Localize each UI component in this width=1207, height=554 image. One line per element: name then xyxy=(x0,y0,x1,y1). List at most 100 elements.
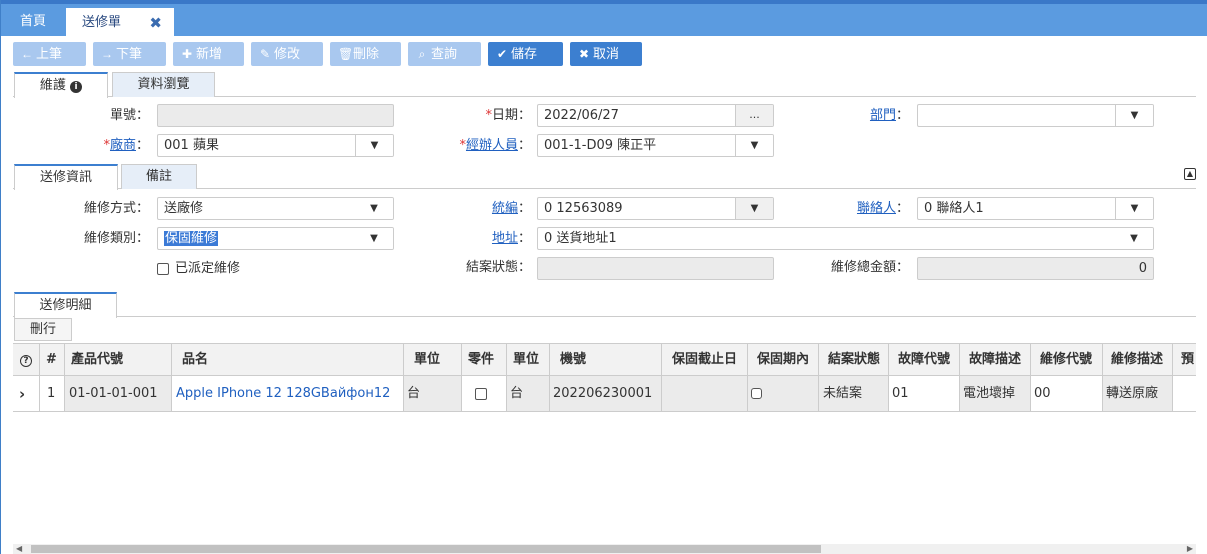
detail-tabs: 送修明細 xyxy=(13,292,1196,318)
row-repair-desc: 轉送原廠 xyxy=(1103,376,1173,412)
method-select[interactable]: 送廠修 ▼ xyxy=(157,197,394,220)
add-label: 新增 xyxy=(196,46,223,61)
status-field xyxy=(537,257,774,280)
save-button[interactable]: ✔ 儲存 xyxy=(488,42,563,66)
date-label: 日期 xyxy=(491,108,518,123)
dispatched-wrap: 已派定維修 xyxy=(157,262,240,276)
dispatched-checkbox[interactable] xyxy=(157,263,169,275)
col-header[interactable]: 機號 xyxy=(550,344,662,376)
address-link[interactable]: 地址 xyxy=(492,231,518,246)
next-button[interactable]: → 下筆 xyxy=(93,42,166,66)
delete-button[interactable]: 🗑 刪除 xyxy=(330,42,401,66)
detail-grid: ? # 產品代號 品名 單位 零件 單位 機號 保固截止日 保固期內 結案狀態 … xyxy=(13,343,1196,412)
contact-link[interactable]: 聯絡人 xyxy=(857,201,896,216)
tab-repair-order[interactable]: 送修單 ✖ xyxy=(66,8,174,40)
col-header[interactable]: 單位 xyxy=(404,344,462,376)
scroll-left-icon[interactable]: ◀ xyxy=(16,544,22,554)
date-value: 2022/06/27 xyxy=(544,108,619,123)
chevron-down-icon[interactable]: ▼ xyxy=(355,228,393,249)
row-warranty-end xyxy=(662,376,748,412)
x-icon: ✖ xyxy=(578,47,590,61)
chevron-down-icon[interactable]: ▼ xyxy=(355,198,393,219)
col-header[interactable]: 維修代號 xyxy=(1031,344,1103,376)
date-label-wrap: *日期： xyxy=(485,108,531,123)
help-icon[interactable]: ? xyxy=(13,344,40,376)
chevron-down-icon[interactable]: ▼ xyxy=(735,198,773,219)
handler-link[interactable]: 經辦人員 xyxy=(466,138,518,153)
tab-maintain[interactable]: 維護 i xyxy=(14,72,108,98)
query-button[interactable]: ⌕ 查詢 xyxy=(408,42,481,66)
vendor-link[interactable]: 廠商 xyxy=(110,138,136,153)
trash-icon: 🗑 xyxy=(338,47,354,61)
col-header[interactable]: 產品代號 xyxy=(65,344,172,376)
contact-select[interactable]: 0 聯絡人1 ▼ xyxy=(917,197,1154,220)
chevron-down-icon[interactable]: ▼ xyxy=(1115,105,1153,126)
check-icon: ✔ xyxy=(496,47,508,61)
add-button[interactable]: ✚ 新增 xyxy=(173,42,244,66)
dept-select[interactable]: ▼ xyxy=(917,104,1154,127)
row-extra xyxy=(1173,376,1196,412)
row-fault-desc: 電池壞掉 xyxy=(960,376,1031,412)
taxid-link[interactable]: 統編 xyxy=(492,201,518,216)
col-header[interactable]: 保固期內 xyxy=(748,344,819,376)
tab-detail[interactable]: 送修明細 xyxy=(14,292,117,318)
address-select[interactable]: 0 送貨地址1 ▼ xyxy=(537,227,1154,250)
doc-no-field[interactable] xyxy=(157,104,394,127)
col-header[interactable]: 故障代號 xyxy=(889,344,960,376)
row-code[interactable]: 01-01-01-001 xyxy=(65,376,172,412)
tab-home[interactable]: 首頁 xyxy=(1,8,65,36)
handler-select[interactable]: 001-1-D09 陳正平 ▼ xyxy=(537,134,774,157)
chevron-down-icon[interactable]: ▼ xyxy=(355,135,393,156)
horizontal-scrollbar[interactable]: ◀ ▶ xyxy=(13,544,1196,554)
type-select[interactable]: 保固維修 ▼ xyxy=(157,227,394,250)
vendor-value: 001 蘋果 xyxy=(164,138,219,153)
dept-link[interactable]: 部門 xyxy=(870,108,896,123)
date-picker-button[interactable]: ... xyxy=(735,105,773,126)
col-header[interactable]: 品名 xyxy=(172,344,404,376)
vendor-select[interactable]: 001 蘋果 ▼ xyxy=(157,134,394,157)
collapse-icon[interactable]: ▲ xyxy=(1184,168,1196,180)
chevron-down-icon[interactable]: ▼ xyxy=(735,135,773,156)
col-header[interactable]: 單位 xyxy=(507,344,550,376)
chevron-down-icon[interactable]: ▼ xyxy=(1115,228,1153,249)
taxid-label-wrap: 統編： xyxy=(491,201,531,216)
tab-repair-info[interactable]: 送修資訊 xyxy=(14,164,118,190)
row-name[interactable]: Apple IPhone 12 128GВайфон12 xyxy=(172,376,404,412)
tab-maintain-label: 維護 xyxy=(39,78,66,93)
row-part-checkbox[interactable] xyxy=(462,376,507,412)
col-header[interactable]: 零件 xyxy=(462,344,507,376)
cancel-button[interactable]: ✖ 取消 xyxy=(570,42,642,66)
col-header[interactable]: 結案狀態 xyxy=(819,344,889,376)
toolbar: ← 上筆 → 下筆 ✚ 新增 ✎ 修改 🗑 刪除 ⌕ 查詢 ✔ 儲存 ✖ 取消 xyxy=(13,42,642,66)
taxid-select[interactable]: 0 12563089 ▼ xyxy=(537,197,774,220)
col-header[interactable]: 預 xyxy=(1173,344,1196,376)
table-row[interactable]: › 1 01-01-01-001 Apple IPhone 12 128GВай… xyxy=(13,376,1196,412)
date-field[interactable]: 2022/06/27... xyxy=(537,104,774,127)
col-header[interactable]: 保固截止日 xyxy=(662,344,748,376)
doc-no-label: 單號： xyxy=(109,108,149,123)
row-repair-code[interactable]: 00 xyxy=(1031,376,1103,412)
row-in-warranty-checkbox[interactable] xyxy=(748,376,819,412)
row-pointer-icon: › xyxy=(13,376,40,412)
total-label: 維修總金額： xyxy=(830,260,909,275)
prev-button[interactable]: ← 上筆 xyxy=(13,42,86,66)
row-fault-code[interactable]: 01 xyxy=(889,376,960,412)
row-num: 1 xyxy=(40,376,65,412)
col-header[interactable]: 故障描述 xyxy=(960,344,1031,376)
tab-notes[interactable]: 備註 xyxy=(121,164,197,189)
edit-button[interactable]: ✎ 修改 xyxy=(251,42,323,66)
delete-row-button[interactable]: 刪行 xyxy=(14,318,72,341)
grid-header: ? # 產品代號 品名 單位 零件 單位 機號 保固截止日 保固期內 結案狀態 … xyxy=(13,344,1196,376)
plus-icon: ✚ xyxy=(181,47,193,61)
tab-browse[interactable]: 資料瀏覽 xyxy=(112,72,215,97)
type-label: 維修類別： xyxy=(83,231,149,246)
scrollbar-thumb[interactable] xyxy=(31,545,821,553)
method-value: 送廠修 xyxy=(164,201,204,216)
scroll-right-icon[interactable]: ▶ xyxy=(1187,544,1193,554)
col-header[interactable]: 維修描述 xyxy=(1103,344,1173,376)
info-tabs: 送修資訊 備註 xyxy=(13,164,1196,190)
taxid-value: 0 12563089 xyxy=(544,201,623,216)
chevron-down-icon[interactable]: ▼ xyxy=(1115,198,1153,219)
col-header[interactable]: # xyxy=(40,344,65,376)
close-icon[interactable]: ✖ xyxy=(149,8,162,38)
